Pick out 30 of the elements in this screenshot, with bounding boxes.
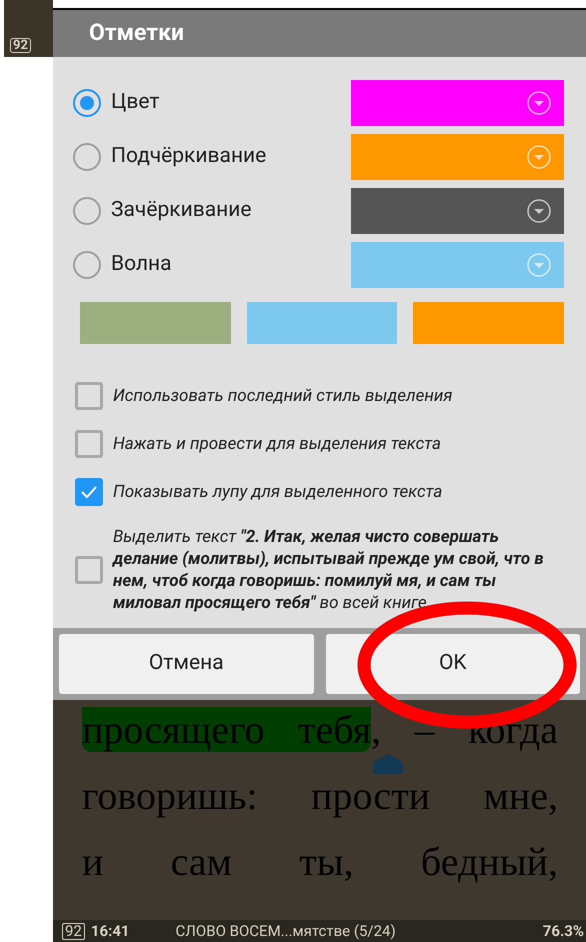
style-radio[interactable]: Волна <box>73 249 172 281</box>
dialog-title: Отметки <box>89 18 184 48</box>
clock-time: 16:41 <box>90 920 130 942</box>
color-swatch[interactable] <box>80 302 231 344</box>
chapter-title: СЛОВО ВОСЕМ...мятстве (5/24) <box>176 920 396 942</box>
selection-handle-icon <box>373 754 403 774</box>
option-label: Выделить текст "2. Итак, желая чисто совершать делание (молитвы), испытывай прежде ум свой, что в нем, чтоб когда говоришь: помилуй мя, и сам ты миловал просящего тебя" во всей книге <box>113 526 545 614</box>
checkbox[interactable] <box>75 478 103 506</box>
checkmark-icon <box>80 485 98 499</box>
checkbox[interactable] <box>75 430 103 458</box>
color-dropdown[interactable] <box>351 188 564 234</box>
checkbox[interactable] <box>75 382 103 410</box>
color-dropdown[interactable] <box>351 242 564 288</box>
book-text-line: говоришь: прости мне, <box>82 774 558 818</box>
dialog-button[interactable]: Отмена <box>59 634 314 694</box>
battery-level: 92 <box>62 922 85 940</box>
style-radio[interactable]: Подчёркивание <box>73 141 266 173</box>
option-label: Нажать и провести для выделения текста <box>113 433 442 455</box>
battery-level: 92 <box>10 38 31 53</box>
option-label: Использовать последний стиль выделения <box>113 385 452 407</box>
color-dropdown[interactable] <box>351 134 564 180</box>
checkbox[interactable] <box>75 556 103 584</box>
style-radio[interactable]: Зачёркивание <box>73 195 252 227</box>
percent-read-text: 76.3% <box>542 920 585 942</box>
option-label: Показывать лупу для выделенного текста <box>113 481 442 503</box>
color-dropdown[interactable] <box>351 80 564 126</box>
color-swatch[interactable] <box>413 302 564 344</box>
color-swatch[interactable] <box>246 302 398 344</box>
style-radio[interactable]: Цвет <box>73 87 160 119</box>
book-text-line: и сам ты, бедный, <box>82 840 558 884</box>
